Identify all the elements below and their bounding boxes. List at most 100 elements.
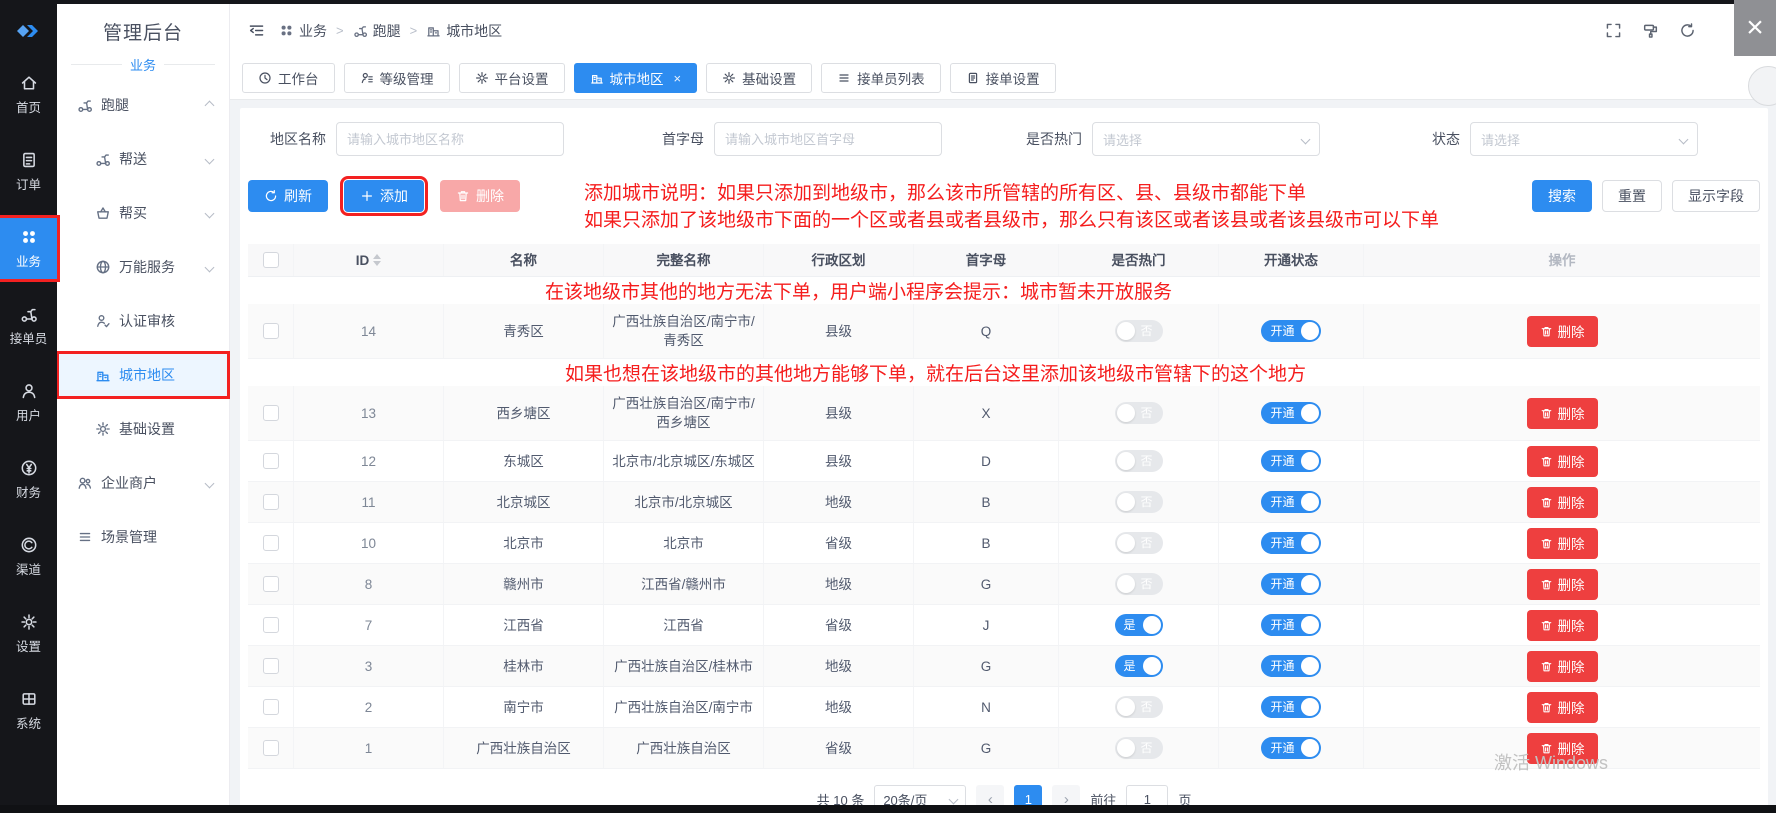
bulk-delete-button[interactable]: 删除	[440, 180, 520, 212]
theme-skin-icon[interactable]	[1642, 22, 1659, 39]
sidebar-collapse-icon[interactable]	[248, 22, 265, 39]
filter-select-状态[interactable]: 请选择	[1470, 122, 1698, 156]
row-delete-button[interactable]: 删除	[1527, 316, 1598, 347]
open-status-toggle[interactable]: 开通	[1261, 402, 1320, 424]
row-checkbox[interactable]	[263, 699, 279, 715]
row-delete-button[interactable]: 删除	[1527, 528, 1598, 559]
search-button[interactable]: 搜索	[1532, 180, 1592, 212]
overlay-close-icon[interactable]: ×	[1734, 0, 1776, 56]
cell-initial: G	[913, 564, 1058, 604]
open-status-toggle[interactable]: 开通	[1261, 614, 1320, 636]
cell-id: 14	[293, 304, 443, 358]
rail-item-系统[interactable]: 系统	[0, 680, 57, 741]
row-checkbox[interactable]	[263, 658, 279, 674]
row-checkbox[interactable]	[263, 535, 279, 551]
open-status-toggle[interactable]: 开通	[1261, 450, 1320, 472]
row-checkbox[interactable]	[263, 405, 279, 421]
cell-id: 13	[293, 386, 443, 440]
col-id[interactable]: ID	[293, 244, 443, 276]
refresh-button[interactable]: 刷新	[248, 180, 328, 212]
rail-item-业务[interactable]: 业务	[0, 218, 57, 279]
row-delete-button[interactable]: 删除	[1527, 446, 1598, 477]
row-delete-button[interactable]: 删除	[1527, 651, 1598, 682]
hot-toggle-off[interactable]: 否	[1115, 532, 1163, 554]
filter-input-首字母[interactable]	[714, 122, 942, 156]
sidebar-item-基础设置[interactable]: 基础设置	[57, 406, 229, 452]
breadcrumb-item-跑腿[interactable]: 跑腿	[353, 21, 401, 41]
open-status-toggle[interactable]: 开通	[1261, 737, 1320, 759]
row-delete-button[interactable]: 删除	[1527, 610, 1598, 641]
rail-item-设置[interactable]: 设置	[0, 603, 57, 664]
cell-ops: 删除	[1363, 482, 1760, 522]
row-delete-button[interactable]: 删除	[1527, 487, 1598, 518]
row-checkbox[interactable]	[263, 494, 279, 510]
sidebar-item-认证审核[interactable]: 认证审核	[57, 298, 229, 344]
tab-基础设置[interactable]: 基础设置	[706, 63, 812, 93]
reload-icon[interactable]	[1679, 22, 1696, 39]
row-delete-button[interactable]: 删除	[1527, 398, 1598, 429]
open-status-toggle[interactable]: 开通	[1261, 320, 1320, 342]
open-status-toggle[interactable]: 开通	[1261, 655, 1320, 677]
rail-item-用户[interactable]: 用户	[0, 372, 57, 433]
sidebar-item-跑腿[interactable]: 跑腿	[57, 82, 229, 128]
open-status-toggle[interactable]: 开通	[1261, 491, 1320, 513]
sort-icon[interactable]	[373, 254, 381, 266]
cell-full-name: 北京市/北京城区/东城区	[603, 441, 763, 481]
hot-toggle-off[interactable]: 否	[1115, 402, 1163, 424]
sidebar-item-帮买[interactable]: 帮买	[57, 190, 229, 236]
reset-button[interactable]: 重置	[1602, 180, 1662, 212]
cell-id: 7	[293, 605, 443, 645]
show-fields-button[interactable]: 显示字段	[1672, 180, 1760, 212]
row-delete-button[interactable]: 删除	[1527, 569, 1598, 600]
fullscreen-icon[interactable]	[1605, 22, 1622, 39]
tab-接单员列表[interactable]: 接单员列表	[821, 63, 941, 93]
cell-id: 10	[293, 523, 443, 563]
tab-平台设置[interactable]: 平台设置	[459, 63, 565, 93]
sidebar-item-万能服务[interactable]: 万能服务	[57, 244, 229, 290]
rail-item-财务[interactable]: 财务	[0, 449, 57, 510]
col-名称: 名称	[443, 244, 603, 276]
filter-select-是否热门[interactable]: 请选择	[1092, 122, 1320, 156]
open-status-toggle[interactable]: 开通	[1261, 532, 1320, 554]
hot-toggle-off[interactable]: 否	[1115, 737, 1163, 759]
sidebar-item-帮送[interactable]: 帮送	[57, 136, 229, 182]
row-checkbox[interactable]	[263, 617, 279, 633]
filter-label: 状态	[1382, 129, 1460, 149]
hot-toggle-on[interactable]: 是	[1115, 614, 1163, 636]
hot-toggle-off[interactable]: 否	[1115, 450, 1163, 472]
hot-toggle-off[interactable]: 否	[1115, 573, 1163, 595]
sidebar-item-场景管理[interactable]: 场景管理	[57, 514, 229, 560]
sidebar-item-城市地区[interactable]: 城市地区	[57, 352, 229, 398]
app-logo-icon[interactable]	[12, 16, 46, 46]
rail-item-接单员[interactable]: 接单员	[0, 295, 57, 356]
row-checkbox[interactable]	[263, 576, 279, 592]
sidebar-item-企业商户[interactable]: 企业商户	[57, 460, 229, 506]
hot-toggle-off[interactable]: 否	[1115, 696, 1163, 718]
hot-toggle-off[interactable]: 否	[1115, 491, 1163, 513]
tab-close-icon[interactable]: ×	[674, 71, 682, 86]
tab-接单设置[interactable]: 接单设置	[950, 63, 1056, 93]
cell-hot: 否	[1058, 687, 1218, 727]
tab-城市地区[interactable]: 城市地区×	[574, 63, 698, 93]
hot-toggle-off[interactable]: 否	[1115, 320, 1163, 342]
rail-item-label: 用户	[16, 405, 41, 424]
hot-toggle-on[interactable]: 是	[1115, 655, 1163, 677]
breadcrumb-item-城市地区[interactable]: 城市地区	[426, 21, 502, 41]
row-checkbox[interactable]	[263, 453, 279, 469]
tab-工作台[interactable]: 工作台	[242, 63, 335, 93]
open-status-toggle[interactable]: 开通	[1261, 696, 1320, 718]
breadcrumb-item-业务[interactable]: 业务	[279, 21, 327, 41]
cell-name: 赣州市	[443, 564, 603, 604]
open-status-toggle[interactable]: 开通	[1261, 573, 1320, 595]
add-button[interactable]: 添加	[344, 180, 424, 212]
row-checkbox[interactable]	[263, 740, 279, 756]
rail-item-订单[interactable]: 订单	[0, 141, 57, 202]
tab-等级管理[interactable]: 等级管理	[344, 63, 450, 93]
row-delete-button[interactable]: 删除	[1527, 692, 1598, 723]
row-checkbox[interactable]	[263, 323, 279, 339]
cell-division: 省级	[763, 523, 913, 563]
select-all-checkbox[interactable]	[263, 252, 279, 268]
filter-input-地区名称[interactable]	[336, 122, 564, 156]
rail-item-首页[interactable]: 首页	[0, 64, 57, 125]
rail-item-渠道[interactable]: 渠道	[0, 526, 57, 587]
